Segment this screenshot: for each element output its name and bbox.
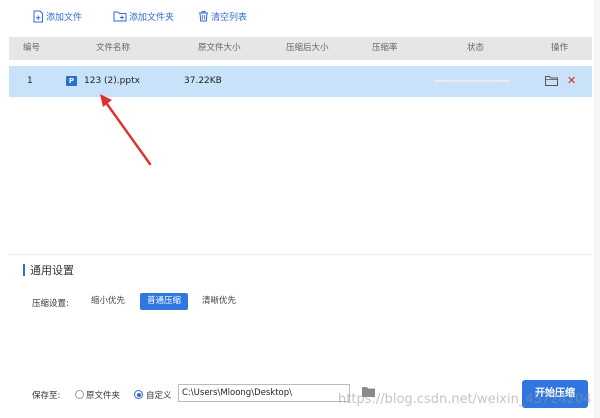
column-header-compressed-size: 压缩后大小 (286, 43, 329, 53)
output-path-input[interactable] (178, 384, 350, 402)
general-settings-title: 通用设置 (30, 264, 74, 277)
pptx-file-icon: P (66, 76, 77, 86)
compression-mode-label: 压缩设置: (32, 299, 69, 309)
toolbar: 添加文件 添加文件夹 清空列表 (0, 0, 600, 32)
clear-list-button[interactable]: 清空列表 (198, 9, 247, 23)
radio-original-folder-label[interactable]: 原文件夹 (86, 389, 120, 401)
vertical-scrollbar[interactable] (594, 0, 600, 418)
column-header-index: 编号 (23, 43, 41, 53)
radio-original-folder[interactable] (75, 390, 84, 399)
file-name: 123 (2).pptx (84, 76, 140, 86)
add-folder-button[interactable]: 添加文件夹 (113, 9, 174, 23)
add-folder-label: 添加文件夹 (129, 12, 175, 23)
mode-normal-button[interactable]: 普通压缩 (140, 293, 188, 310)
add-file-label: 添加文件 (46, 12, 83, 23)
column-header-name: 文件名称 (96, 43, 131, 53)
annotation-arrow (100, 94, 152, 166)
folder-icon (545, 76, 558, 86)
open-folder-button[interactable] (545, 75, 558, 89)
original-size: 37.22KB (184, 76, 222, 86)
column-header-original-size: 原文件大小 (198, 43, 241, 53)
browse-folder-button[interactable] (362, 386, 375, 400)
table-row[interactable]: 1 P 123 (2).pptx 37.22KB ✕ (9, 66, 592, 97)
trash-icon (199, 11, 208, 22)
section-accent-bar (23, 264, 25, 276)
divider (9, 254, 592, 255)
clear-list-label: 清空列表 (211, 12, 248, 23)
add-file-icon (33, 10, 43, 22)
radio-custom-folder-label[interactable]: 自定义 (146, 389, 172, 401)
mode-size-priority-button[interactable]: 缩小优先 (86, 293, 130, 310)
status-progress-bar (434, 80, 510, 82)
column-header-status: 状态 (467, 43, 485, 53)
close-icon: ✕ (567, 74, 577, 87)
add-folder-icon (113, 11, 127, 22)
mode-clarity-priority-button[interactable]: 清晰优先 (196, 293, 242, 310)
save-to-label: 保存至: (32, 391, 61, 401)
start-compress-button[interactable]: 开始压缩 (522, 380, 588, 408)
add-file-button[interactable]: 添加文件 (32, 9, 82, 23)
column-header-ratio: 压缩率 (372, 43, 398, 53)
delete-file-button[interactable]: ✕ (567, 74, 576, 88)
row-index: 1 (27, 76, 33, 86)
folder-icon (362, 387, 375, 397)
radio-custom-folder[interactable] (134, 390, 143, 399)
file-table-header: 编号 文件名称 原文件大小 压缩后大小 压缩率 状态 操作 (9, 37, 592, 60)
column-header-actions: 操作 (551, 43, 569, 53)
